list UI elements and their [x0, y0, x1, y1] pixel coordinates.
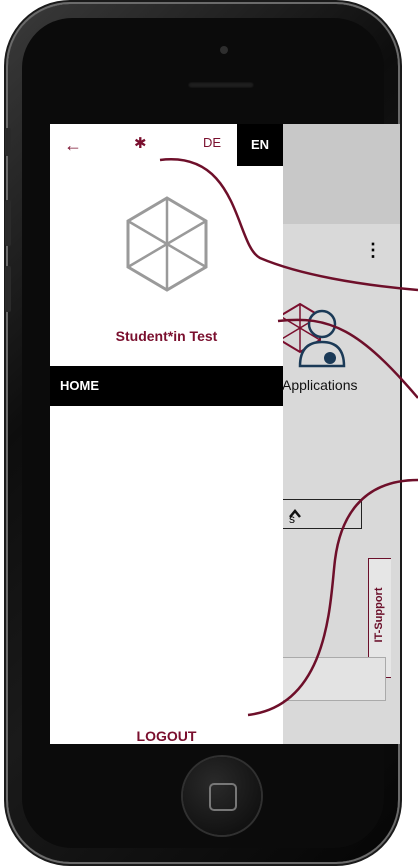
mute-switch: [5, 128, 11, 156]
background-input-box[interactable]: [280, 657, 386, 701]
user-name: Student*in Test: [115, 328, 218, 344]
logout-button[interactable]: LOGOUT: [50, 728, 283, 744]
volume-down-button: [5, 266, 11, 312]
front-camera: [220, 46, 228, 54]
it-support-label: IT-Support: [373, 587, 385, 643]
volume-up-button: [5, 200, 11, 246]
drawer-topbar: ← ✱ DE EN: [50, 124, 283, 166]
navigation-drawer: ← ✱ DE EN Student*in Test HOME LOGOUT: [50, 124, 283, 744]
home-button[interactable]: [183, 757, 261, 835]
cube-logo-icon: [122, 194, 212, 299]
language-de-button[interactable]: DE: [203, 135, 221, 150]
arrow-left-icon[interactable]: ←: [64, 136, 82, 154]
applications-label[interactable]: Applications: [282, 377, 358, 393]
earpiece-speaker: [188, 82, 254, 88]
language-en-button[interactable]: EN: [237, 124, 283, 166]
dropdown-button[interactable]: s: [272, 499, 362, 529]
phone-screen: ⋮ Applications s IT-Support ← ✱ DE EN St…: [50, 124, 400, 744]
home-square-icon: [209, 783, 237, 811]
kebab-menu-icon[interactable]: ⋮: [364, 241, 382, 259]
dropdown-label: s: [289, 512, 295, 526]
gear-icon[interactable]: ✱: [134, 136, 147, 151]
menu-item-home-label: HOME: [60, 378, 99, 393]
applications-icon[interactable]: [278, 300, 354, 377]
menu-item-home[interactable]: HOME: [50, 366, 283, 406]
